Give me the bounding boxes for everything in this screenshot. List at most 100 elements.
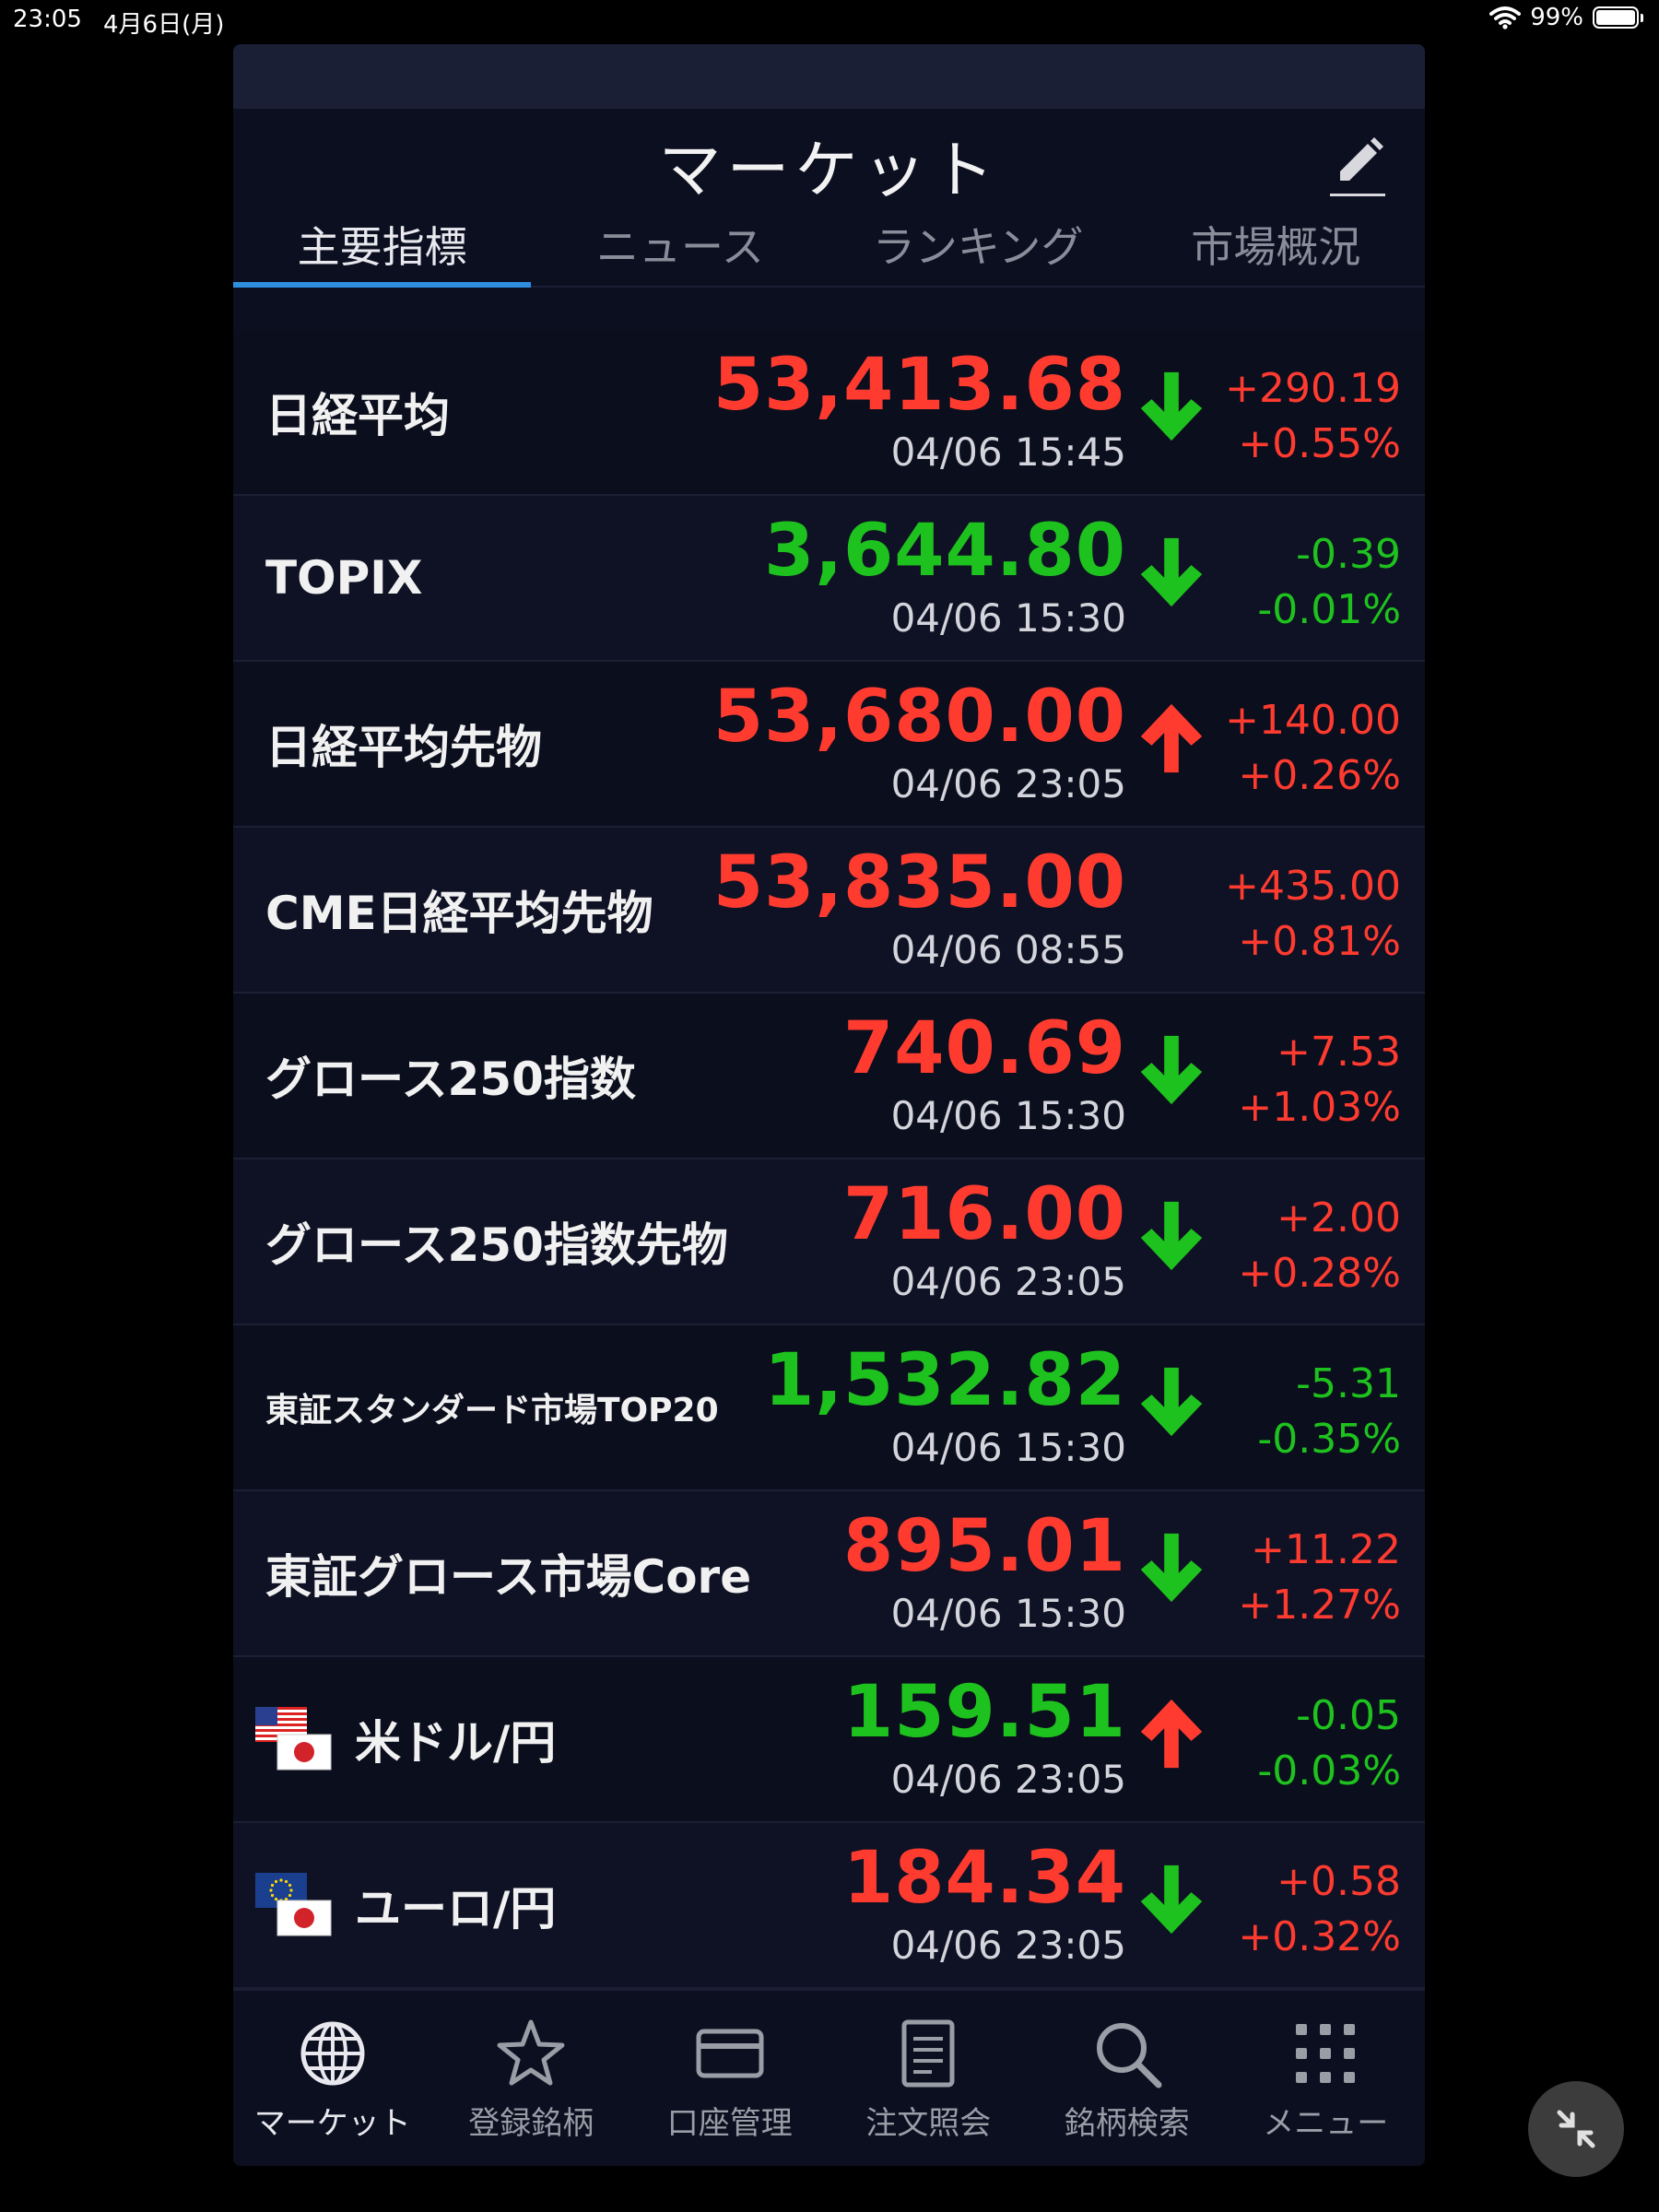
change-percent: +0.55%: [1238, 420, 1401, 467]
japan-flag-icon: [276, 1900, 332, 1936]
arrow-down-icon: [1140, 1201, 1203, 1271]
nav-label: マーケット: [253, 2105, 411, 2142]
index-row[interactable]: ユーロ/円 184.34 04/06 23:05 +0.58 +0.32%: [233, 1823, 1425, 1989]
globe-icon: [300, 2021, 365, 2086]
index-row[interactable]: グロース250指数先物 716.00 04/06 23:05 +2.00 +0.28%: [233, 1159, 1425, 1325]
index-change: +7.53 +1.03%: [1238, 1025, 1401, 1135]
card-icon: [696, 2029, 764, 2078]
nav-label: メニュー: [1263, 2105, 1389, 2142]
index-row[interactable]: 東証グロース市場Core 895.01 04/06 15:30 +11.22 +1.27…: [233, 1491, 1425, 1657]
change-value: +7.53: [1277, 1029, 1401, 1076]
nav-label: 注文照会: [865, 2105, 992, 2142]
index-price: 53,680.00: [712, 676, 1126, 759]
index-name: 東証スタンダード市場TOP20: [265, 1392, 719, 1430]
index-timestamp: 04/06 23:05: [890, 1259, 1126, 1304]
tab-news[interactable]: ニュース: [531, 219, 829, 286]
document-icon: [901, 2019, 955, 2088]
index-timestamp: 04/06 15:30: [890, 1093, 1126, 1138]
index-name: TOPIX: [265, 551, 423, 605]
arrow-up-icon: [1140, 703, 1203, 773]
index-timestamp: 04/06 15:30: [890, 1425, 1126, 1470]
index-timestamp: 04/06 15:30: [890, 1591, 1126, 1636]
index-row[interactable]: 米ドル/円 159.51 04/06 23:05 -0.05 -0.03%: [233, 1657, 1425, 1823]
arrow-up-icon: [1140, 1699, 1203, 1769]
index-price: 53,413.68: [712, 344, 1126, 427]
change-value: +11.22: [1251, 1526, 1401, 1573]
edit-pencil-icon[interactable]: [1327, 135, 1388, 201]
index-change: -0.39 -0.01%: [1257, 527, 1401, 638]
tab-label: ランキング: [872, 222, 1084, 272]
tab-market-overview[interactable]: 市場概況: [1127, 219, 1425, 286]
index-name: 東証グロース市場Core: [265, 1550, 752, 1604]
nav-label: 登録銘柄: [468, 2105, 594, 2142]
change-percent: +0.28%: [1238, 1250, 1401, 1297]
index-price: 184.34: [843, 1837, 1126, 1920]
page-title: マーケット: [658, 134, 1000, 207]
tab-ranking[interactable]: ランキング: [830, 219, 1127, 286]
index-name: CME日経平均先物: [265, 887, 653, 940]
arrow-down-icon: [1140, 1035, 1203, 1105]
minimize-floating-button[interactable]: [1528, 2081, 1624, 2177]
index-change: +140.00 +0.26%: [1225, 693, 1401, 804]
tab-bar: 主要指標 ニュース ランキング 市場概況: [233, 219, 1425, 288]
arrow-down-icon: [1140, 371, 1203, 441]
change-value: +0.58: [1277, 1858, 1401, 1905]
bottom-nav: マーケット 登録銘柄 口座管理 注文照会 銘柄検索 メニュー: [233, 1989, 1425, 2166]
index-price: 716.00: [843, 1173, 1126, 1256]
index-name: グロース250指数先物: [265, 1218, 728, 1272]
change-value: -0.05: [1296, 1692, 1401, 1739]
japan-flag-icon: [276, 1734, 332, 1771]
arrow-down-icon: [1140, 1865, 1203, 1935]
change-value: +435.00: [1225, 863, 1401, 910]
index-price: 159.51: [843, 1671, 1126, 1754]
nav-item-star[interactable]: 登録銘柄: [432, 1991, 631, 2166]
nav-item-card[interactable]: 口座管理: [630, 1991, 830, 2166]
wifi-icon: [1489, 6, 1522, 29]
index-row[interactable]: 東証スタンダード市場TOP20 1,532.82 04/06 15:30 -5.31-…: [233, 1325, 1425, 1491]
index-change: -5.31 -0.35%: [1257, 1357, 1401, 1467]
nav-item-globe[interactable]: マーケット: [233, 1991, 432, 2166]
status-time: 23:05: [13, 6, 82, 33]
change-value: +140.00: [1225, 697, 1401, 744]
index-name: 日経平均: [265, 389, 450, 442]
index-row[interactable]: 日経平均 53,413.68 04/06 15:45 +290.19 +0.55%: [233, 330, 1425, 496]
index-change: +0.58 +0.32%: [1238, 1854, 1401, 1965]
index-timestamp: 04/06 23:05: [890, 1923, 1126, 1968]
nav-label: 銘柄検索: [1064, 2105, 1190, 2142]
index-change: +435.00 +0.81%: [1225, 859, 1401, 970]
index-change: -0.05 -0.03%: [1257, 1688, 1401, 1799]
tab-label: 市場概況: [1191, 222, 1361, 272]
index-row[interactable]: CME日経平均先物 53,835.00 04/06 08:55 +435.00 +0.8…: [233, 828, 1425, 994]
index-price: 3,644.80: [764, 510, 1126, 593]
change-value: -5.31: [1296, 1360, 1401, 1407]
battery-percent: 99%: [1530, 4, 1583, 31]
index-row[interactable]: グロース250指数 740.69 04/06 15:30 +7.53 +1.03%: [233, 994, 1425, 1159]
tab-major-indices[interactable]: 主要指標: [233, 219, 532, 288]
index-price: 53,835.00: [712, 841, 1126, 924]
grid-menu-icon: [1296, 2024, 1356, 2083]
collapse-arrows-icon: [1557, 2110, 1595, 2148]
index-name: ユーロ/円: [355, 1882, 557, 1936]
change-value: +2.00: [1277, 1194, 1401, 1241]
index-row[interactable]: 日経平均先物 53,680.00 04/06 23:05 +140.00 +0.26%: [233, 662, 1425, 828]
change-percent: -0.03%: [1257, 1747, 1401, 1794]
index-timestamp: 04/06 15:30: [890, 595, 1126, 641]
nav-item-search[interactable]: 銘柄検索: [1028, 1991, 1227, 2166]
change-percent: -0.35%: [1257, 1416, 1401, 1463]
change-value: +290.19: [1225, 365, 1401, 412]
change-percent: +1.03%: [1238, 1084, 1401, 1131]
nav-item-grid-menu[interactable]: メニュー: [1227, 1991, 1426, 2166]
nav-item-document[interactable]: 注文照会: [830, 1991, 1029, 2166]
index-timestamp: 04/06 15:45: [890, 429, 1126, 475]
index-change: +2.00 +0.28%: [1238, 1191, 1401, 1301]
market-app: マーケット 主要指標 ニュース ランキング 市場概況 日経平均 53,413.68…: [233, 44, 1425, 2166]
change-percent: -0.01%: [1257, 586, 1401, 633]
index-price: 895.01: [843, 1505, 1126, 1588]
index-timestamp: 04/06 23:05: [890, 761, 1126, 806]
index-row[interactable]: TOPIX 3,644.80 04/06 15:30 -0.39 -0.01%: [233, 496, 1425, 662]
change-value: -0.39: [1296, 531, 1401, 578]
index-name: グロース250指数: [265, 1053, 636, 1106]
arrow-down-icon: [1140, 1533, 1203, 1603]
arrow-down-icon: [1140, 1367, 1203, 1437]
status-date: 4月6日(月): [103, 11, 225, 39]
